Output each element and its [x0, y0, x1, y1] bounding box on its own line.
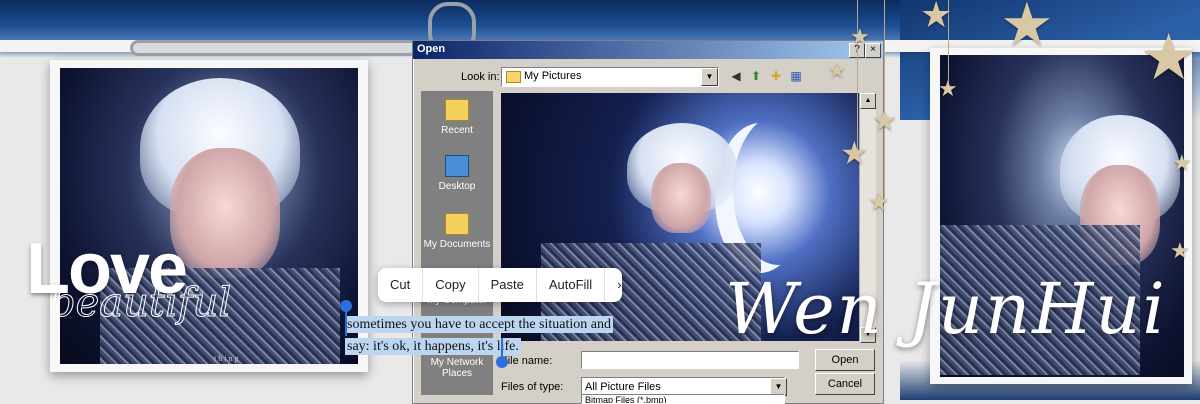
face: [170, 148, 280, 278]
star-icon: ★: [1170, 238, 1190, 263]
dialog-titlebar[interactable]: Open ? ×: [413, 41, 883, 59]
place-label: My Network Places: [430, 357, 484, 379]
files-of-type-option[interactable]: Bitmap Files (*.bmp): [581, 394, 785, 404]
chevron-right-icon[interactable]: ›: [605, 268, 633, 302]
star-icon: ★: [872, 105, 898, 136]
menu-item-cut[interactable]: Cut: [378, 268, 424, 302]
star-icon: ★: [840, 135, 869, 171]
star-string: [884, 0, 885, 200]
desktop-icon: [445, 155, 469, 177]
place-recent[interactable]: Recent: [421, 99, 493, 136]
star-icon: ★: [828, 60, 846, 82]
look-in-value: My Pictures: [524, 70, 582, 82]
selection-end-bar: [501, 338, 503, 358]
thing-caption: thing: [214, 354, 241, 363]
star-icon: ★: [850, 24, 870, 49]
cancel-button[interactable]: Cancel: [815, 373, 875, 395]
star-icon: ★: [920, 0, 953, 35]
selected-text-line-1[interactable]: sometimes you have to accept the situati…: [345, 316, 613, 333]
star-icon: ★: [868, 189, 890, 216]
face: [651, 163, 711, 233]
place-label: Recent: [441, 125, 473, 136]
files-of-type-select[interactable]: All Picture Files: [581, 377, 785, 395]
star-string: [857, 0, 858, 150]
files-of-type-label: Files of type:: [501, 381, 564, 393]
beautiful-script: beautiful: [49, 280, 232, 327]
up-folder-icon[interactable]: ⬆: [749, 69, 763, 83]
recent-folder-icon: [445, 99, 469, 121]
back-icon[interactable]: ◀: [729, 69, 743, 83]
menu-item-paste[interactable]: Paste: [479, 268, 537, 302]
star-icon: ★: [1172, 150, 1192, 175]
star-icon: ★: [1140, 21, 1198, 93]
star-icon: ★: [938, 76, 958, 101]
star-icon: ★: [1000, 0, 1054, 58]
place-desktop[interactable]: Desktop: [421, 155, 493, 192]
place-my-documents[interactable]: My Documents: [421, 213, 493, 250]
selected-text-line-2[interactable]: say: it's ok, it happens, it's life.: [345, 338, 521, 355]
chevron-down-icon[interactable]: ▼: [701, 68, 718, 86]
view-menu-icon[interactable]: ▦: [789, 69, 803, 83]
open-button[interactable]: Open: [815, 349, 875, 371]
look-in-label: Look in:: [461, 71, 500, 83]
menu-item-autofill[interactable]: AutoFill: [537, 268, 606, 302]
place-label: Desktop: [438, 181, 476, 192]
selection-end-handle[interactable]: [496, 356, 508, 368]
text-context-menu: Cut Copy Paste AutoFill ›: [378, 268, 622, 302]
folder-icon: [506, 71, 521, 83]
place-label: My Documents: [423, 239, 491, 250]
selection-start-bar: [345, 310, 347, 336]
look-in-dropdown[interactable]: My Pictures ▼: [501, 67, 719, 87]
documents-folder-icon: [445, 213, 469, 235]
artist-name-script: Wen JunHui: [725, 268, 1167, 350]
menu-item-copy[interactable]: Copy: [423, 268, 479, 302]
new-folder-icon[interactable]: ✚: [769, 69, 783, 83]
dialog-title: Open: [417, 43, 446, 55]
place-my-network[interactable]: My Network Places: [421, 357, 493, 379]
